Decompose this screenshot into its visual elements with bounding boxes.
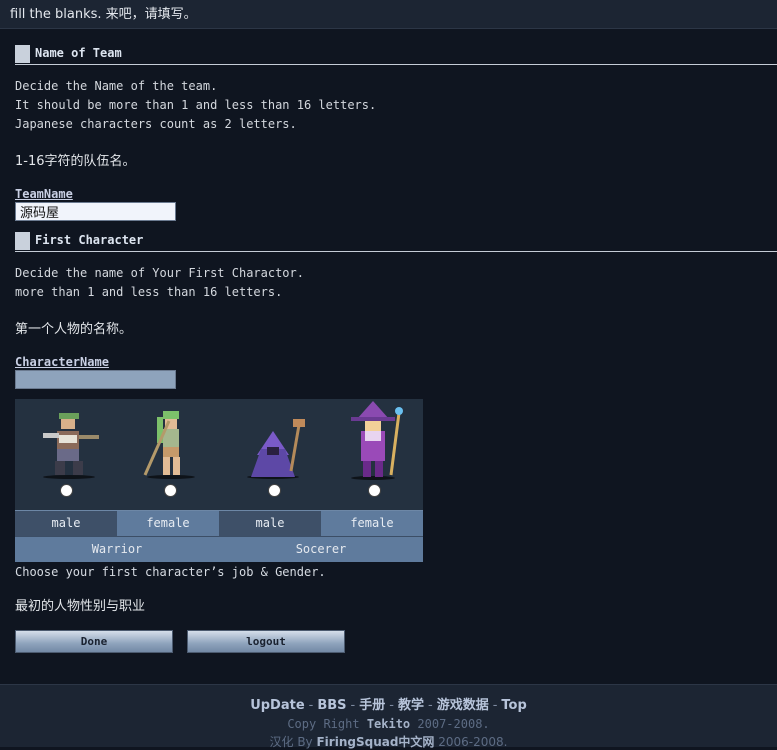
translation-name: FiringSquad中文网 bbox=[316, 735, 435, 749]
character-section-header: First Character bbox=[15, 231, 777, 252]
footer-link-tutorial[interactable]: 教学 bbox=[398, 698, 424, 713]
gender-label: male bbox=[219, 511, 321, 536]
done-button[interactable]: Done bbox=[15, 630, 173, 653]
character-section-title: First Character bbox=[35, 233, 144, 247]
warrior-female-sprite[interactable] bbox=[135, 407, 207, 485]
job-row: Warrior Socerer bbox=[15, 536, 423, 562]
team-name-input[interactable] bbox=[15, 202, 176, 221]
team-desc-line: It should be more than 1 and less than 1… bbox=[15, 98, 377, 112]
job-label-sorcerer: Socerer bbox=[295, 542, 347, 556]
sorcerer-male-sprite[interactable] bbox=[237, 407, 309, 485]
section-marker bbox=[15, 232, 30, 250]
team-section-header: Name of Team bbox=[15, 44, 777, 65]
char-desc-line: Decide the name of Your First Charactor. bbox=[15, 266, 304, 280]
footer-link-bbs[interactable]: BBS bbox=[317, 698, 346, 713]
team-desc-line: Japanese characters count as 2 letters. bbox=[15, 117, 297, 131]
footer-link-top[interactable]: Top bbox=[501, 698, 526, 713]
character-radio-1[interactable] bbox=[60, 484, 73, 497]
page-footer: UpDate - BBS - 手册 - 教学 - 游戏数据 - Top Copy Right Tek… bbox=[0, 684, 777, 750]
footer-link-manual[interactable]: 手册 bbox=[359, 698, 385, 713]
character-radio-2[interactable] bbox=[164, 484, 177, 497]
gender-row: male female male female bbox=[15, 510, 423, 536]
team-description: Decide the Name of the team. It should b… bbox=[15, 77, 777, 134]
character-sprites bbox=[15, 399, 423, 510]
translation-years: 2006-2008. bbox=[438, 735, 508, 749]
job-label-warrior: Warrior bbox=[91, 542, 143, 556]
sorcerer-female-sprite[interactable] bbox=[337, 401, 409, 485]
copyright-prefix: Copy Right bbox=[287, 717, 360, 731]
character-description: Decide the name of Your First Charactor.… bbox=[15, 264, 777, 302]
gender-label: female bbox=[117, 511, 219, 536]
choose-hint: Choose your first character’s job & Gend… bbox=[15, 565, 326, 579]
team-section: Name of Team Decide the Name of the team… bbox=[15, 44, 777, 221]
team-section-title: Name of Team bbox=[35, 46, 122, 60]
char-desc-zh: 第一个人物的名称。 bbox=[15, 322, 133, 337]
page-header: fill the blanks. 来吧，请填写。 bbox=[0, 0, 777, 29]
character-radio-4[interactable] bbox=[368, 484, 381, 497]
team-desc-line: Decide the Name of the team. bbox=[15, 79, 218, 93]
footer-copyright: Copy Right Tekito 2007-2008. bbox=[0, 717, 777, 731]
translation-prefix: 汉化 By bbox=[269, 735, 313, 749]
team-desc-zh: 1-16字符的队伍名。 bbox=[15, 154, 136, 169]
copyright-years: 2007-2008. bbox=[417, 717, 490, 731]
section-marker bbox=[15, 45, 30, 63]
character-selector: male female male female Warrior Socerer bbox=[15, 399, 423, 562]
gender-label: female bbox=[321, 511, 423, 536]
footer-translation: 汉化 By FiringSquad中文网 2006-2008. bbox=[0, 733, 777, 750]
character-section: First Character Decide the name of Your … bbox=[15, 231, 777, 656]
footer-link-gamedata[interactable]: 游戏数据 bbox=[437, 698, 489, 713]
char-desc-line: more than 1 and less than 16 letters. bbox=[15, 285, 283, 299]
character-name-input[interactable] bbox=[15, 370, 176, 389]
gender-label: male bbox=[15, 511, 117, 536]
team-name-label: TeamName bbox=[15, 187, 73, 201]
logout-button[interactable]: logout bbox=[187, 630, 345, 653]
footer-links: UpDate - BBS - 手册 - 教学 - 游戏数据 - Top bbox=[250, 698, 527, 713]
copyright-name: Tekito bbox=[366, 717, 411, 731]
footer-link-update[interactable]: UpDate bbox=[250, 698, 304, 713]
header-text: fill the blanks. 来吧，请填写。 bbox=[10, 7, 197, 22]
character-name-label: CharacterName bbox=[15, 355, 109, 369]
warrior-male-sprite[interactable] bbox=[33, 407, 105, 485]
choose-hint-zh: 最初的人物性别与职业 bbox=[15, 599, 146, 614]
form-buttons: Done logout bbox=[15, 630, 777, 656]
character-radio-3[interactable] bbox=[268, 484, 281, 497]
